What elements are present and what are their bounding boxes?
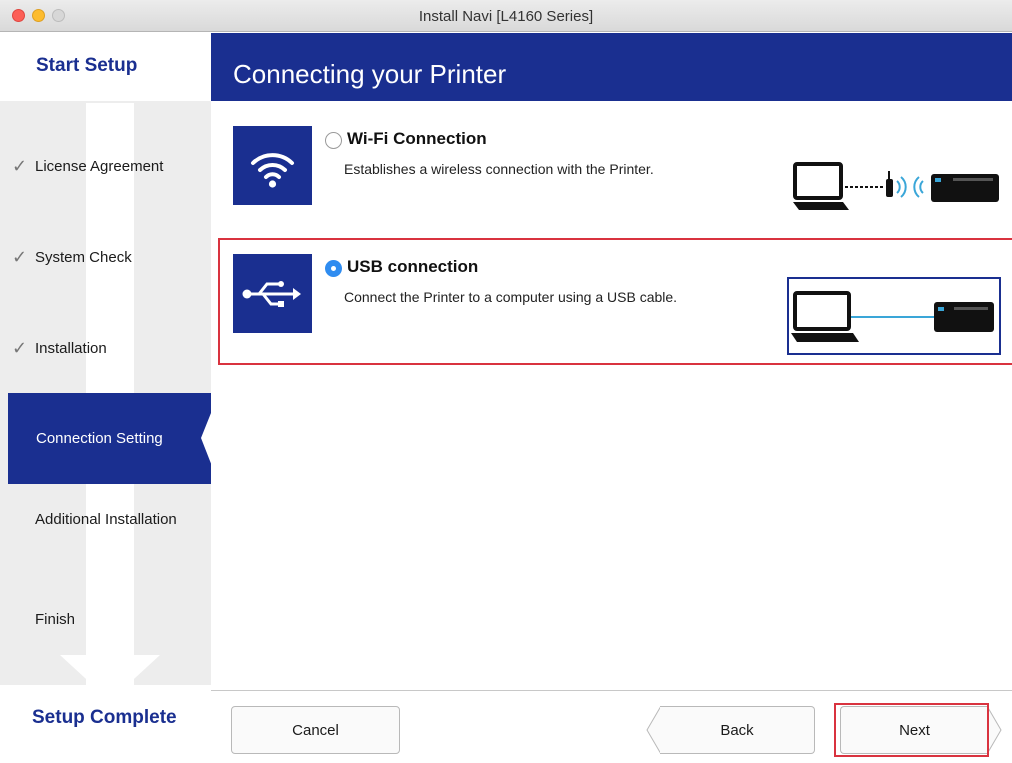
setup-steps-sidebar: Start Setup ✓ License Agreement ✓ System… [0,33,219,763]
usb-icon [233,254,312,333]
step-label: Installation [35,340,107,357]
wifi-icon [233,126,312,205]
step-label: System Check [35,249,132,266]
start-setup-label: Start Setup [36,55,138,76]
wifi-option-description: Establishes a wireless connection with t… [344,161,654,177]
usb-connection-illustration [787,277,1001,355]
footer-divider [211,690,1012,691]
cancel-button[interactable]: Cancel [231,706,400,754]
title-bar: Install Navi [L4160 Series] [0,0,1012,32]
sidebar-header: Start Setup [0,33,211,101]
wifi-radio-button[interactable] [325,132,342,149]
step-label: Finish [35,611,76,628]
checkmark-icon: ✓ [12,247,28,267]
back-button-arrow-tip [646,706,661,754]
step-label: License Agreement [35,158,164,175]
sidebar-footer: Setup Complete [0,685,211,763]
wifi-connection-illustration [793,162,1001,219]
back-button[interactable]: Back [660,706,815,754]
checkmark-icon: ✓ [12,156,28,176]
wifi-option-title: Wi-Fi Connection [347,129,487,148]
next-button-arrow-tip [987,706,1002,754]
page-header: Connecting your Printer [211,33,1012,101]
step-label: Connection Setting [36,430,163,447]
step-connection-setting-active: Connection Setting [8,393,219,484]
page-title: Connecting your Printer [233,59,507,89]
step-label: Additional Installation [35,511,177,528]
usb-radio-button[interactable] [325,260,342,277]
setup-complete-label: Setup Complete [32,707,177,728]
checkmark-icon: ✓ [12,338,28,358]
active-step-notch [201,393,219,484]
next-button-highlight [834,703,989,757]
window-title: Install Navi [L4160 Series] [418,8,594,25]
usb-option-description: Connect the Printer to a computer using … [344,289,678,305]
usb-option-title: USB connection [347,257,479,276]
